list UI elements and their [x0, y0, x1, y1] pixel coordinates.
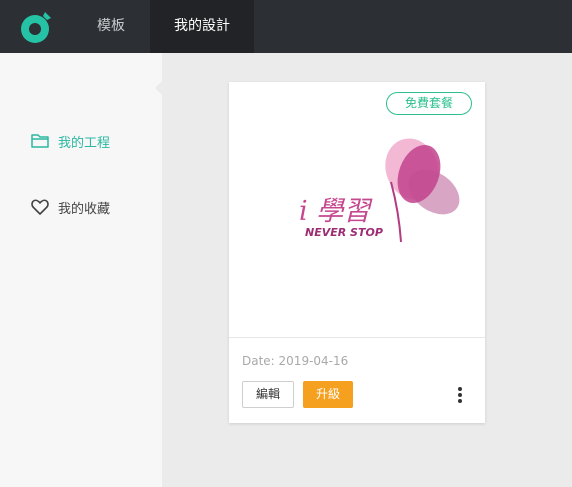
- card-date: Date: 2019-04-16: [242, 354, 349, 368]
- logo-subtext: NEVER STOP: [305, 226, 383, 239]
- sidebar-item-label: 我的收藏: [58, 201, 111, 217]
- top-navbar: 模板 我的設計: [0, 0, 572, 53]
- active-pointer: [155, 80, 163, 96]
- design-thumbnail[interactable]: i 學習 NEVER STOP: [229, 82, 485, 337]
- app-logo-icon[interactable]: [18, 8, 54, 46]
- sidebar-item-my-projects[interactable]: 我的工程: [30, 129, 110, 153]
- more-options-icon[interactable]: [453, 385, 467, 405]
- upgrade-button[interactable]: 升級: [303, 381, 353, 408]
- tab-my-designs[interactable]: 我的設計: [150, 0, 254, 53]
- heart-icon: [30, 197, 50, 217]
- folder-icon: [30, 131, 50, 151]
- free-plan-badge: 免費套餐: [386, 92, 472, 115]
- tab-templates[interactable]: 模板: [72, 0, 150, 53]
- logo-text: i 學習: [299, 196, 373, 227]
- card-divider: [229, 337, 485, 338]
- sidebar-item-my-favorites[interactable]: 我的收藏: [30, 195, 110, 219]
- sidebar-item-label: 我的工程: [58, 135, 111, 151]
- edit-button[interactable]: 編輯: [242, 381, 294, 408]
- sidebar: 我的工程 我的收藏: [0, 53, 162, 487]
- design-card[interactable]: i 學習 NEVER STOP 免費套餐 Date: 2019-04-16 編輯…: [229, 82, 485, 423]
